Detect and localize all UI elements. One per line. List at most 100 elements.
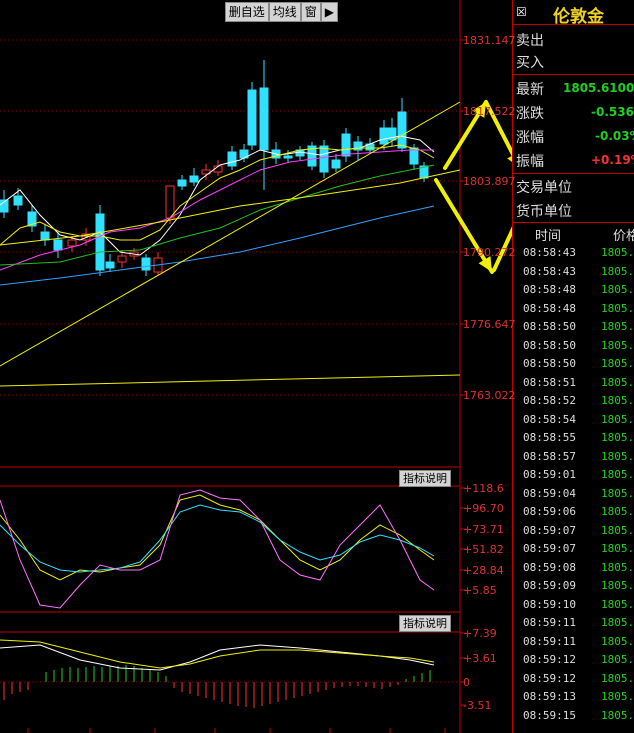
candle-body bbox=[177, 179, 187, 187]
candle-body bbox=[95, 213, 105, 271]
flag-icon[interactable]: ▶ bbox=[320, 2, 338, 22]
quote-label-amplitude: 振幅 bbox=[516, 154, 544, 170]
indicator2-axis-label: +7.39 bbox=[463, 627, 497, 640]
candle-body bbox=[165, 185, 175, 219]
tick-price: 1805.5 bbox=[601, 264, 634, 278]
indicator1-line-k bbox=[0, 494, 435, 581]
tick-time: 08:59:07 bbox=[523, 523, 576, 537]
candle-body bbox=[379, 127, 389, 145]
tick-time: 08:59:11 bbox=[523, 634, 576, 648]
quote-label-trade-unit: 交易单位 bbox=[516, 180, 572, 196]
window-icon[interactable]: ☒ bbox=[516, 5, 527, 19]
tick-time: 08:58:50 bbox=[523, 338, 576, 352]
price-axis-label: 1763.022 bbox=[463, 389, 516, 402]
candle-body bbox=[259, 87, 269, 151]
horizontal-line bbox=[0, 374, 461, 387]
tick-time: 08:59:10 bbox=[523, 597, 576, 611]
tick-header-time: 时间 bbox=[535, 229, 562, 244]
quote-label-change: 涨跌 bbox=[516, 106, 544, 122]
tick-price: 1805.4 bbox=[601, 320, 634, 333]
tick-time: 08:59:04 bbox=[523, 486, 576, 500]
tick-price: 1805.6 bbox=[601, 708, 634, 722]
tick-time: 08:58:43 bbox=[523, 264, 576, 278]
tick-time: 08:58:54 bbox=[523, 412, 576, 426]
tick-time: 08:59:12 bbox=[523, 671, 576, 685]
tick-time: 08:58:57 bbox=[523, 449, 576, 463]
tick-time: 08:58:51 bbox=[523, 375, 576, 389]
tick-header-price: 价格 bbox=[613, 229, 634, 244]
tick-price: 1805.6 bbox=[601, 505, 634, 518]
quote-label-currency: 货币单位 bbox=[516, 204, 572, 220]
indicator1-axis-label: +5.85 bbox=[463, 584, 497, 597]
tick-price: 1805.6 bbox=[601, 579, 634, 592]
quote-label-change-pct: 涨幅 bbox=[516, 130, 544, 146]
candle-body bbox=[105, 261, 115, 269]
tick-time: 08:58:55 bbox=[523, 431, 576, 444]
tick-time: 08:59:11 bbox=[523, 616, 576, 629]
indicator-help-button-1[interactable]: 指标说明 bbox=[399, 470, 451, 487]
tick-time: 08:58:52 bbox=[523, 394, 576, 407]
tick-time: 08:59:06 bbox=[523, 505, 576, 518]
tick-price: 1805.5 bbox=[601, 338, 634, 352]
indicator1-axis-label: +28.84 bbox=[463, 564, 504, 577]
candle-body bbox=[53, 239, 63, 251]
tick-price: 1805.5 bbox=[601, 246, 634, 259]
delete-watchlist-button[interactable]: 删自选 bbox=[224, 2, 269, 22]
candle-body bbox=[13, 195, 23, 206]
tick-time: 08:59:09 bbox=[523, 579, 576, 592]
candle-body bbox=[319, 145, 329, 173]
tick-price: 1805.5 bbox=[601, 634, 634, 648]
tick-time: 08:59:07 bbox=[523, 542, 576, 555]
tick-time: 08:59:13 bbox=[523, 690, 576, 703]
indicator-help-button-2[interactable]: 指标说明 bbox=[399, 615, 451, 632]
tick-time: 08:58:48 bbox=[523, 283, 576, 296]
indicator1-axis-label: +73.71 bbox=[463, 523, 504, 536]
quote-value-last: 1805.6100 bbox=[563, 81, 634, 95]
tick-time: 08:59:08 bbox=[523, 560, 576, 574]
tick-time: 08:58:48 bbox=[523, 301, 576, 315]
tick-price: 1805.4 bbox=[601, 357, 634, 370]
quote-value-amplitude: +0.19% bbox=[591, 153, 634, 167]
window-button[interactable]: 窗 bbox=[300, 2, 321, 22]
ma-button[interactable]: 均线 bbox=[268, 2, 301, 22]
tick-time: 08:58:50 bbox=[523, 320, 576, 333]
quote-label-last: 最新 bbox=[516, 82, 544, 98]
tick-price: 1805.5 bbox=[601, 301, 634, 315]
ma10-line bbox=[0, 144, 435, 246]
price-axis-label: 1831.147 bbox=[463, 34, 516, 47]
quote-value-change-pct: -0.03% bbox=[595, 129, 634, 143]
tick-time: 08:59:01 bbox=[523, 468, 576, 481]
candle-body bbox=[227, 151, 237, 167]
instrument-title: 伦敦金 bbox=[553, 7, 604, 27]
tick-time: 08:59:12 bbox=[523, 653, 576, 666]
tick-time: 08:58:43 bbox=[523, 246, 576, 259]
tick-price: 1805.6 bbox=[601, 653, 634, 666]
indicator1-line-j bbox=[0, 489, 435, 609]
tick-price: 1805.6 bbox=[601, 690, 634, 703]
tick-price: 1805.4 bbox=[601, 468, 634, 481]
tick-price: 1805.6 bbox=[601, 597, 634, 611]
chart-area[interactable]: 删自选 均线 窗 ▶ 指标说明 指标说明 1831.147 1817.522 1… bbox=[0, 0, 516, 733]
indicator2-axis-label: +3.61 bbox=[463, 652, 497, 665]
candle-body bbox=[141, 257, 151, 271]
indicator1-axis-label: +51.82 bbox=[463, 543, 504, 556]
ma120-line bbox=[0, 205, 435, 286]
price-axis-label: 1817.522 bbox=[463, 105, 516, 118]
price-axis-label: 1790.272 bbox=[463, 246, 516, 259]
tick-price: 1805.6 bbox=[601, 671, 634, 685]
tick-price: 1805.6 bbox=[601, 394, 634, 407]
tick-price: 1805.4 bbox=[601, 283, 634, 296]
quote-value-change: -0.5368 bbox=[591, 105, 634, 119]
indicator2-axis-label: -3.51 bbox=[463, 699, 492, 712]
candle-body bbox=[331, 159, 341, 169]
candle-body bbox=[40, 231, 50, 241]
price-axis-label: 1776.647 bbox=[463, 318, 516, 331]
tick-price: 1805.6 bbox=[601, 542, 634, 555]
indicator1-line-d bbox=[0, 504, 435, 573]
tick-price: 1805.6 bbox=[601, 449, 634, 463]
candle-body bbox=[247, 89, 257, 146]
indicator2-axis-label: 0 bbox=[463, 676, 470, 689]
tick-price: 1805.4 bbox=[601, 375, 634, 389]
quote-sidebar: ☒ 伦敦金 卖出 买入 最新 1805.6100 涨跌 -0.5368 涨幅 -… bbox=[512, 0, 634, 733]
tick-time: 08:58:50 bbox=[523, 357, 576, 370]
